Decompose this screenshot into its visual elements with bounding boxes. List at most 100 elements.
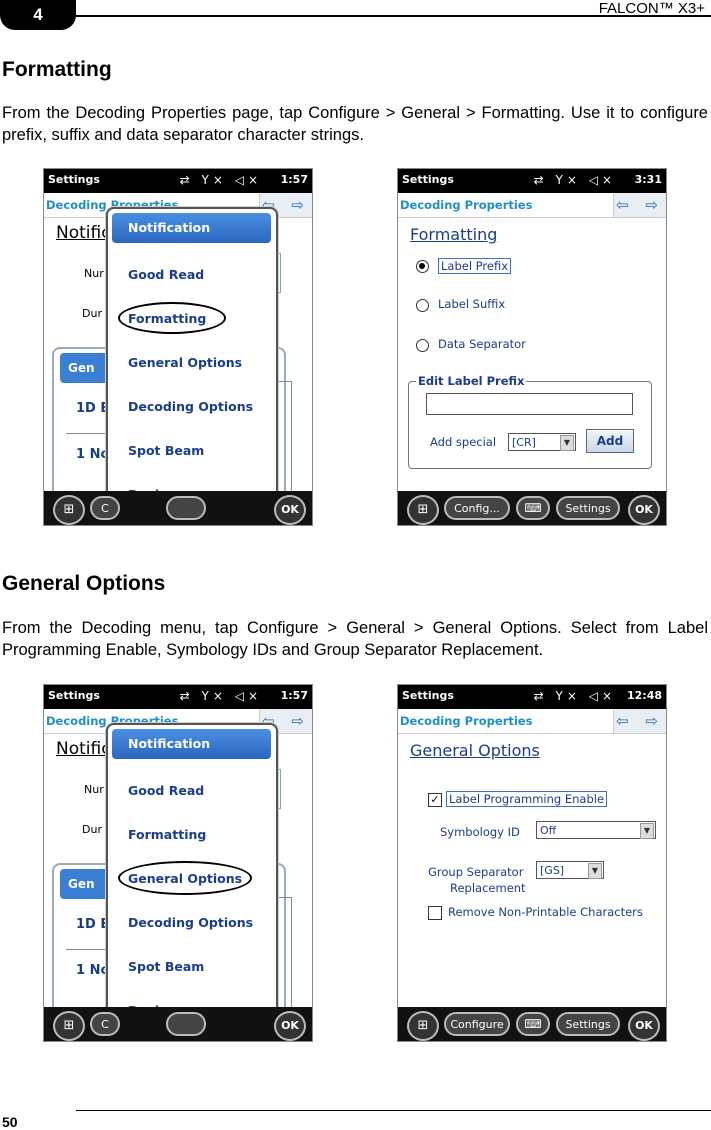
radio-data-separator[interactable] [416,339,429,352]
page-subtitle: Decoding Properties [400,198,533,212]
chapter-number: 4 [33,5,43,24]
dropdown-arrow-icon: ▼ [588,863,602,879]
app-title: Settings [402,173,454,186]
group-title: Edit Label Prefix [416,374,527,388]
clock: 1:57 [280,689,308,702]
menu-item-spot-beam[interactable]: Spot Beam [128,443,204,458]
symbology-id-select[interactable]: Off ▼ [536,821,656,839]
menu-item-general-options[interactable]: General Options [128,355,242,370]
taskbar: ⊞ C OK [44,1007,312,1041]
menu-item-decoding-options[interactable]: Decoding Options [128,399,253,414]
screenshot-menu-formatting: Settings ⇄ Y× ◁× 1:57 Decoding Propertie… [43,168,313,526]
popup-menu: Notification Good Read Formatting Genera… [106,207,278,521]
page-title: General Options [410,741,540,760]
menu-item-spot-beam[interactable]: Spot Beam [128,959,204,974]
symbology-id-label: Symbology ID [440,825,520,839]
bg-dialog-row: 1 No [76,963,110,978]
label-suffix-label[interactable]: Label Suffix [438,297,505,311]
status-bar: Settings ⇄ Y× ◁× 1:57 [44,169,312,193]
status-bar: Settings ⇄ Y× ◁× 12:48 [398,685,666,709]
radio-label-prefix[interactable] [416,260,429,273]
menu-item-good-read[interactable]: Good Read [128,783,204,798]
nav-arrows-icon[interactable]: ⇦ ⇨ [613,709,666,733]
status-icons: ⇄ Y× ◁× [179,173,262,187]
bg-label: Dur [82,823,102,836]
screenshot-general-options: Settings ⇄ Y× ◁× 12:48 Decoding Properti… [397,684,667,1042]
menu-item-notification[interactable]: Notification [112,729,271,759]
label-prefix-label[interactable]: Label Prefix [438,258,512,274]
label-programming-label[interactable]: Label Programming Enable [446,791,608,807]
dropdown-arrow-icon: ▼ [560,435,574,451]
label-programming-checkbox[interactable]: ✓ [428,793,442,807]
sub-header: Decoding Properties ⇦ ⇨ [398,709,666,734]
app-title: Settings [402,689,454,702]
keyboard-button[interactable] [166,496,206,520]
configure-button[interactable]: C [90,496,120,520]
section-body-general-options: From the Decoding menu, tap Configure > … [2,619,708,659]
footer-rule [76,1110,711,1111]
ok-button[interactable]: OK [628,1011,660,1041]
settings-button[interactable]: Settings [556,496,620,520]
menu-item-good-read[interactable]: Good Read [128,267,204,282]
add-button[interactable]: Add [586,429,634,453]
clock: 12:48 [626,689,662,702]
start-icon[interactable]: ⊞ [53,1011,85,1041]
add-special-label: Add special [430,435,497,449]
start-icon[interactable]: ⊞ [53,495,85,525]
section-heading-general-options: General Options [2,572,166,595]
prefix-input[interactable] [426,393,633,415]
symbology-id-value: Off [540,824,557,837]
replacement-label: Replacement [450,881,526,895]
bg-dialog-row: 1D E [76,917,110,932]
status-bar: Settings ⇄ Y× ◁× 3:31 [398,169,666,193]
bg-dialog-row: 1D E [76,401,110,416]
screenshot-menu-general-options: Settings ⇄ Y× ◁× 1:57 Decoding Propertie… [43,684,313,1042]
page-title: Formatting [410,225,498,244]
clock: 3:31 [634,173,662,186]
data-separator-label[interactable]: Data Separator [438,337,526,351]
radio-label-suffix[interactable] [416,299,429,312]
ok-button[interactable]: OK [274,1011,306,1041]
keyboard-icon[interactable]: ⌨ [516,1012,550,1036]
bg-dialog-row: 1 No [76,447,110,462]
highlight-circle [118,302,226,334]
remove-non-printable-checkbox[interactable] [428,906,442,920]
bg-label: Dur [82,307,102,320]
ok-button[interactable]: OK [628,495,660,525]
clock: 1:57 [280,173,308,186]
section-heading-formatting: Formatting [2,58,112,81]
status-icons: ⇄ Y× ◁× [179,689,262,703]
taskbar: ⊞ Config... ⌨ Settings OK [398,491,666,525]
page-subtitle: Decoding Properties [400,714,533,728]
status-icons: ⇄ Y× ◁× [533,689,616,703]
menu-item-decoding-options[interactable]: Decoding Options [128,915,253,930]
nav-arrows-icon[interactable]: ⇦ ⇨ [613,193,666,217]
highlight-circle [118,861,252,895]
add-special-select[interactable]: [CR] ▼ [508,433,576,451]
keyboard-icon[interactable]: ⌨ [516,496,550,520]
keyboard-button[interactable] [166,1012,206,1036]
status-bar: Settings ⇄ Y× ◁× 1:57 [44,685,312,709]
remove-non-printable-label[interactable]: Remove Non-Printable Characters [448,905,643,919]
app-title: Settings [48,689,100,702]
ok-button[interactable]: OK [274,495,306,525]
bg-label: Nur [84,267,104,280]
configure-button[interactable]: Configure [444,1012,510,1036]
group-separator-value: [GS] [540,864,565,877]
popup-menu: Notification Good Read Formatting Genera… [106,723,278,1037]
screenshot-formatting: Settings ⇄ Y× ◁× 3:31 Decoding Propertie… [397,168,667,526]
configure-button[interactable]: C [90,1012,120,1036]
doc-title: FALCON™ X3+ [598,0,705,17]
start-icon[interactable]: ⊞ [407,1011,439,1041]
bg-page-title: Notific [56,223,111,243]
taskbar: ⊞ Configure ⌨ Settings OK [398,1007,666,1041]
group-separator-select[interactable]: [GS] ▼ [536,861,604,879]
settings-button[interactable]: Settings [556,1012,620,1036]
section-body-formatting: From the Decoding Properties page, tap C… [2,104,708,144]
start-icon[interactable]: ⊞ [407,495,439,525]
add-special-value: [CR] [512,436,536,449]
menu-item-notification[interactable]: Notification [112,213,271,243]
configure-button[interactable]: Config... [444,496,510,520]
dropdown-arrow-icon: ▼ [640,823,654,839]
menu-item-formatting[interactable]: Formatting [128,827,206,842]
